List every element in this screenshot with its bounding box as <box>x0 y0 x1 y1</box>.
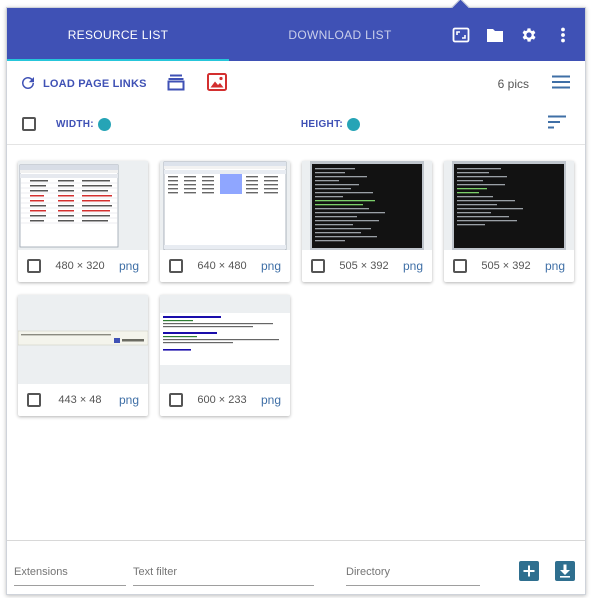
image-dimensions: 443 × 48 <box>58 394 102 406</box>
more-vert-icon[interactable] <box>553 25 573 45</box>
card-footer: 600 × 233 png <box>160 384 290 416</box>
image-extension-link[interactable]: png <box>261 393 281 407</box>
fullscreen-icon[interactable] <box>451 25 471 45</box>
directory-field[interactable] <box>346 558 480 586</box>
download-icon <box>560 564 570 578</box>
tab-bar: RESOURCE LIST DOWNLOAD LIST <box>7 8 585 61</box>
card-footer: 505 × 392 png <box>302 250 432 282</box>
image-checkbox[interactable] <box>311 259 325 273</box>
image-card[interactable]: 505 × 392 png <box>302 161 432 282</box>
directory-input[interactable] <box>346 565 480 578</box>
extensions-field[interactable] <box>14 558 126 586</box>
filter-toolbar: WIDTH: HEIGHT: <box>7 111 585 137</box>
card-footer: 640 × 480 png <box>160 250 290 282</box>
menu-icon[interactable] <box>551 74 571 95</box>
image-checkbox[interactable] <box>27 259 41 273</box>
image-dimensions: 600 × 233 <box>197 394 247 406</box>
plus-icon <box>523 565 535 577</box>
image-card[interactable]: 480 × 320 png <box>18 161 148 282</box>
extensions-input[interactable] <box>14 565 126 578</box>
width-slider-handle[interactable] <box>97 117 111 131</box>
text-filter-input[interactable] <box>133 565 314 578</box>
card-footer: 505 × 392 png <box>444 250 574 282</box>
sort-icon[interactable] <box>547 115 567 134</box>
image-checkbox[interactable] <box>453 259 467 273</box>
image-checkbox[interactable] <box>169 259 183 273</box>
image-extension-link[interactable]: png <box>119 393 139 407</box>
extension-popup: RESOURCE LIST DOWNLOAD LIST LOAD PAGE LI… <box>6 7 586 595</box>
add-button[interactable] <box>519 561 539 581</box>
image-extension-link[interactable]: png <box>119 259 139 273</box>
card-footer: 443 × 48 png <box>18 384 148 416</box>
action-toolbar: LOAD PAGE LINKS 6 pics <box>7 68 585 100</box>
image-dimensions: 480 × 320 <box>55 260 105 272</box>
header-actions <box>451 8 585 61</box>
pics-count: 6 pics <box>497 77 529 91</box>
folder-icon[interactable] <box>485 25 505 45</box>
tab-download-list[interactable]: DOWNLOAD LIST <box>229 8 451 61</box>
image-dimensions: 505 × 392 <box>481 260 531 272</box>
image-extension-link[interactable]: png <box>261 259 281 273</box>
download-button[interactable] <box>555 561 575 581</box>
image-card[interactable]: 600 × 233 png <box>160 295 290 416</box>
stack-icon[interactable] <box>167 73 185 96</box>
image-thumbnail[interactable] <box>302 161 432 250</box>
image-extension-link[interactable]: png <box>545 259 565 273</box>
width-label: WIDTH: <box>56 118 94 130</box>
card-footer: 480 × 320 png <box>18 250 148 282</box>
image-thumbnail[interactable] <box>18 161 148 250</box>
image-thumbnail[interactable] <box>160 295 290 384</box>
text-filter-field[interactable] <box>133 558 314 586</box>
height-slider-handle[interactable] <box>347 117 361 131</box>
image-card[interactable]: 640 × 480 png <box>160 161 290 282</box>
image-card[interactable]: 443 × 48 png <box>18 295 148 416</box>
load-page-links-button[interactable]: LOAD PAGE LINKS <box>19 74 147 95</box>
header-divider <box>7 144 585 145</box>
image-extension-link[interactable]: png <box>403 259 423 273</box>
footer-bar <box>7 558 585 588</box>
footer-divider <box>7 540 585 541</box>
height-label: HEIGHT: <box>300 118 344 130</box>
image-dimensions: 640 × 480 <box>197 260 247 272</box>
load-page-links-label: LOAD PAGE LINKS <box>43 78 147 90</box>
image-checkbox[interactable] <box>27 393 41 407</box>
image-thumbnail[interactable] <box>18 295 148 384</box>
image-card[interactable]: 505 × 392 png <box>444 161 574 282</box>
width-filter[interactable]: WIDTH: <box>56 117 111 131</box>
image-thumbnail[interactable] <box>444 161 574 250</box>
select-all-checkbox[interactable] <box>22 117 36 131</box>
height-filter[interactable]: HEIGHT: <box>300 117 361 131</box>
image-thumbnail[interactable] <box>160 161 290 250</box>
refresh-icon <box>19 74 37 95</box>
tab-resource-list[interactable]: RESOURCE LIST <box>7 8 229 61</box>
image-dimensions: 505 × 392 <box>339 260 389 272</box>
gear-icon[interactable] <box>519 25 539 45</box>
image-checkbox[interactable] <box>169 393 183 407</box>
image-icon[interactable] <box>206 72 227 96</box>
